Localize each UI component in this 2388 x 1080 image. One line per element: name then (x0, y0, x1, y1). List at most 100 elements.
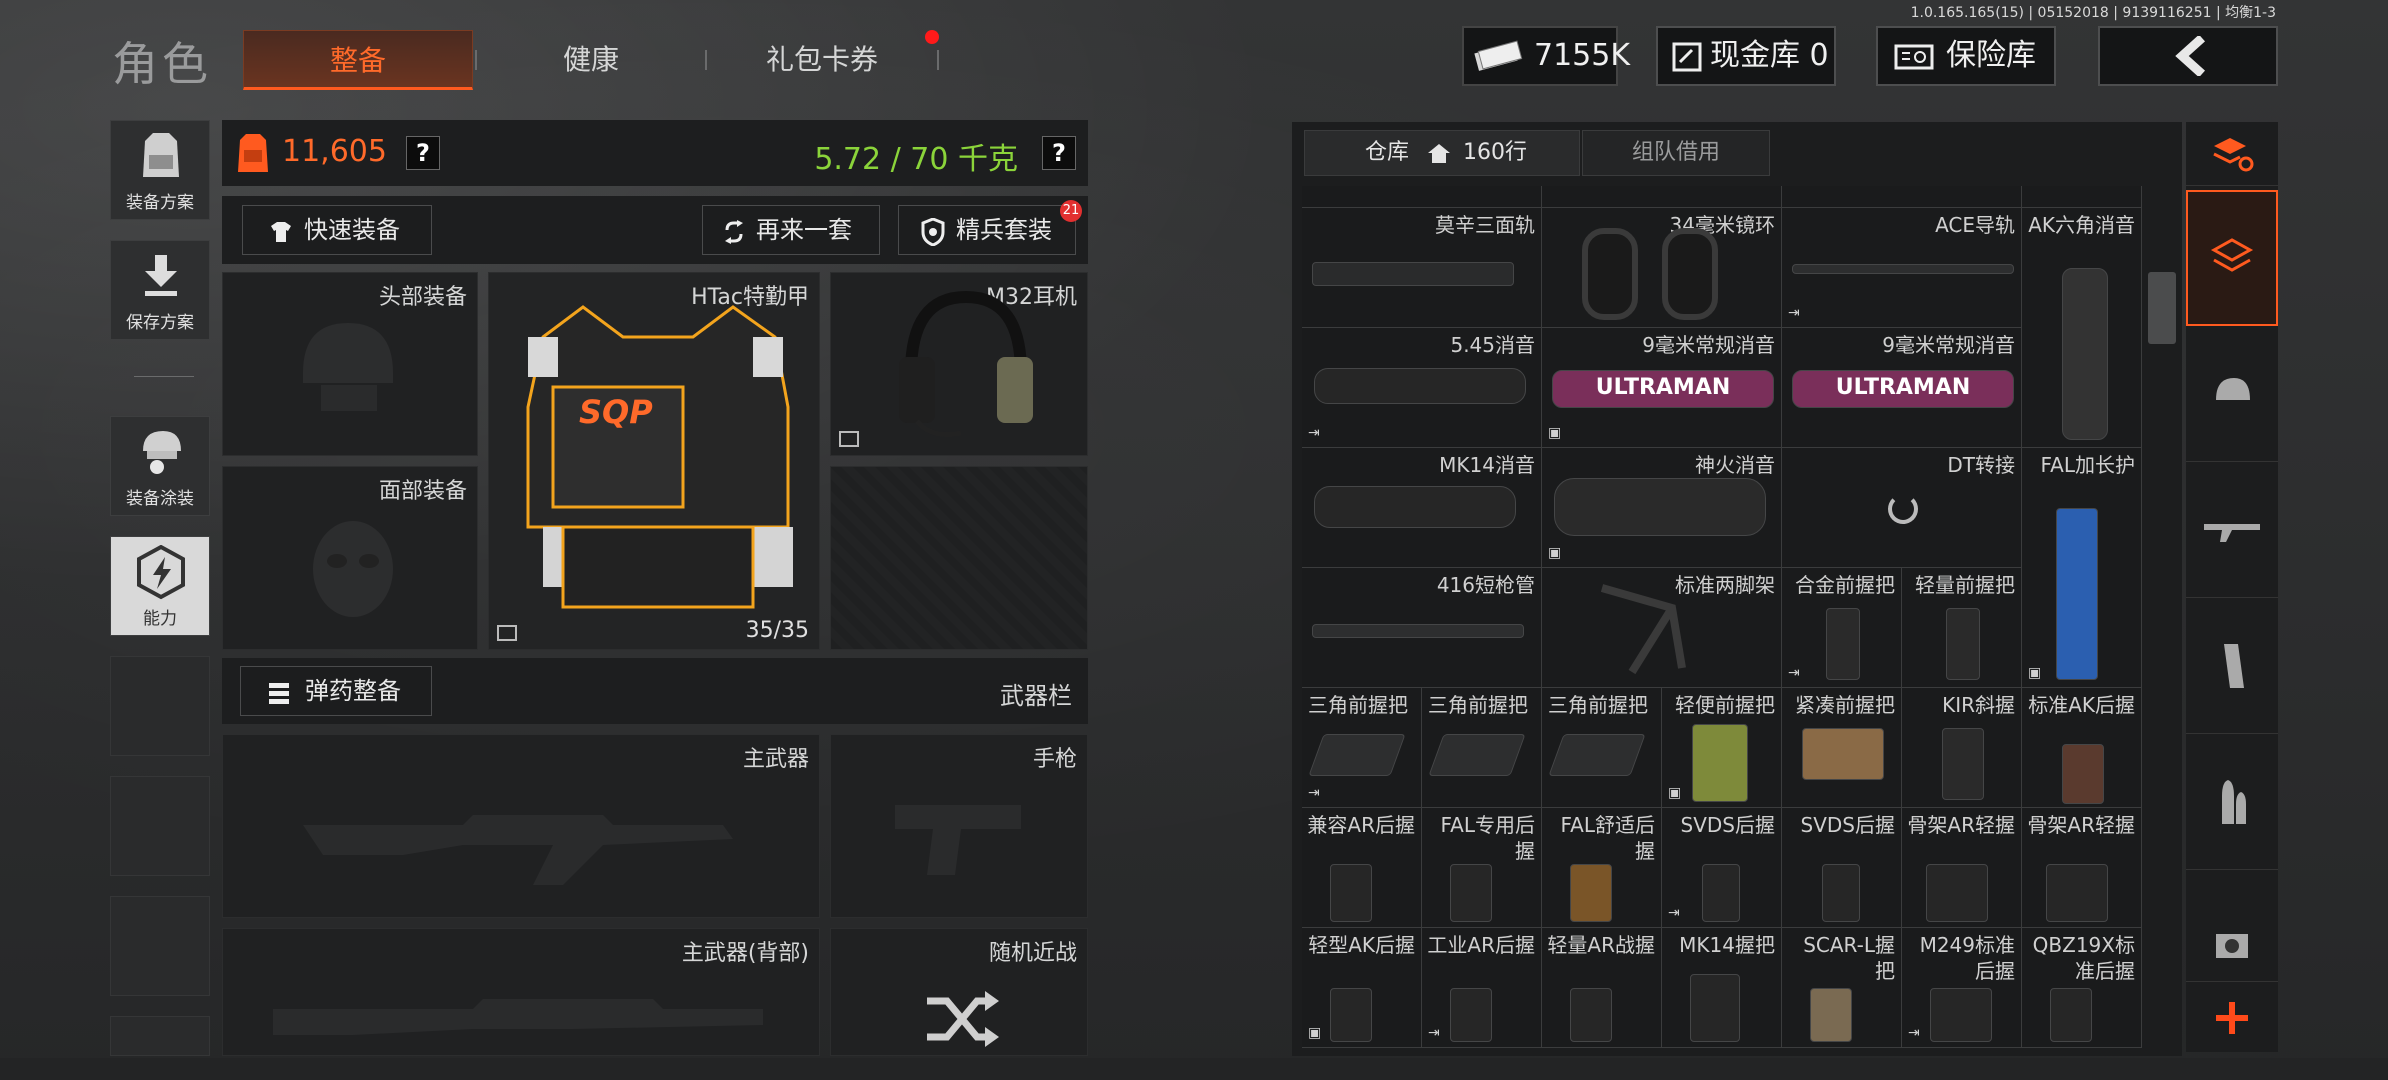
melee-label: 随机近战 (988, 941, 1077, 966)
layers-refresh-icon (2213, 138, 2254, 172)
item-cell[interactable]: DT转接 (1782, 448, 2022, 568)
home-icon (1428, 144, 1451, 163)
sight-icon (2216, 934, 2248, 958)
chevron-left-icon (2175, 36, 2206, 76)
item-cell[interactable]: 9毫米常规消音 ULTRAMAN ▣ (1542, 328, 1782, 448)
item-cell[interactable]: 骨架AR轻握 (1902, 808, 2022, 928)
primary-weapon-slot[interactable]: 主武器 (222, 734, 820, 918)
item-cell[interactable]: M249标准后握 ⇥ (1902, 928, 2022, 1048)
add-category-button[interactable] (2186, 984, 2278, 1052)
bottom-bar (0, 1058, 2388, 1080)
armor-durability: 35/35 (745, 618, 809, 643)
item-cell[interactable]: 轻量AR战握 (1542, 928, 1662, 1048)
sidebar-item-ability[interactable]: 能力 (110, 536, 210, 636)
redo-button[interactable]: 再来一套 (702, 205, 880, 255)
category-sort-button[interactable] (2186, 122, 2278, 186)
box-icon (839, 431, 859, 447)
sidebar-item-paint[interactable]: 装备涂装 (110, 416, 210, 516)
item-cell[interactable]: FAL加长护 ▣ (2022, 448, 2142, 688)
category-helmet[interactable] (2186, 328, 2278, 462)
team-borrow-tab[interactable]: 组队借用 (1582, 130, 1770, 176)
item-cell[interactable]: 神火消音 ▣ (1542, 448, 1782, 568)
item-cell[interactable]: 兼容AR后握 (1302, 808, 1422, 928)
item-name: FAL舒适后握 (1560, 813, 1656, 863)
quick-equip-button[interactable]: 快速装备 (242, 205, 432, 255)
item-cell[interactable]: 34毫米镜环 (1542, 208, 1782, 328)
head-slot-label: 头部装备 (378, 285, 467, 310)
earpiece-slot[interactable]: M32耳机 (830, 272, 1088, 456)
item-cell[interactable]: FAL舒适后握 (1542, 808, 1662, 928)
category-ammo[interactable] (2186, 736, 2278, 870)
item-name: QBZ19X标准后握 (2032, 933, 2135, 983)
tab-gift-coupons[interactable]: 礼包卡券 (707, 30, 937, 90)
item-cell[interactable]: 416短枪管 (1302, 568, 1542, 688)
category-magazine[interactable] (2186, 600, 2278, 734)
ammo-equip-button[interactable]: 弹药整备 (240, 666, 432, 716)
category-attachment[interactable] (2186, 872, 2278, 982)
item-cell[interactable]: 轻便前握把 ▣ (1662, 688, 1782, 808)
weight-help-button[interactable]: ? (1042, 136, 1076, 170)
item-cell[interactable]: 5.45消音 ⇥ (1302, 328, 1542, 448)
item-name: 轻便前握把 (1675, 693, 1775, 717)
item-name: 莫辛三面轨 (1435, 213, 1535, 237)
insurance-vault-button[interactable]: 保险库 (1876, 26, 2056, 86)
armor-help-button[interactable]: ? (406, 136, 440, 170)
item-cell[interactable]: AK六角消音 (2022, 208, 2142, 448)
vault-icon (1672, 42, 1702, 72)
item-cell[interactable]: 合金前握把 ⇥ (1782, 568, 1902, 688)
weapon-bar-label: 武器栏 (1000, 682, 1072, 710)
item-name: SVDS后握 (1800, 813, 1895, 837)
elite-set-button[interactable]: 精兵套装 (898, 205, 1076, 255)
item-cell[interactable]: 工业AR后握 ⇥ (1422, 928, 1542, 1048)
category-all[interactable] (2186, 190, 2278, 326)
shuffle-icon (927, 991, 999, 1047)
item-cell[interactable]: 标准AK后握 (2022, 688, 2142, 808)
category-weapon[interactable] (2186, 464, 2278, 598)
item-cell[interactable]: FAL专用后握 (1422, 808, 1542, 928)
version-text: 1.0.165.165(15) | 05152018 | 9139116251 … (1910, 5, 2276, 21)
item-cell[interactable]: SCAR-L握把 (1782, 928, 1902, 1048)
item-cell[interactable]: SVDS后握 (1782, 808, 1902, 928)
warehouse-scrollbar[interactable] (2148, 272, 2176, 344)
item-cell[interactable]: 三角前握把 ⇥ (1302, 688, 1422, 808)
item-name: 骨架AR轻握 (2027, 813, 2135, 837)
item-cell[interactable]: 紧凑前握把 (1782, 688, 1902, 808)
item-cell[interactable]: 轻型AK后握 ▣ (1302, 928, 1422, 1048)
item-cell[interactable]: 轻量前握把 (1902, 568, 2022, 688)
primary-back-slot[interactable]: 主武器(背部) (222, 928, 820, 1056)
item-cell[interactable]: QBZ19X标准后握 (2022, 928, 2142, 1048)
item-cell-partial[interactable] (1542, 186, 1782, 208)
face-slot[interactable]: 面部装备 (222, 466, 478, 650)
cash-vault-button[interactable]: 现金库 0 (1656, 26, 1836, 86)
money-value: 7155K (1534, 38, 1631, 73)
sidebar-item-loadout-plan[interactable]: 装备方案 (110, 120, 210, 220)
item-cell[interactable]: 三角前握把 (1542, 688, 1662, 808)
sidebar-item-save-plan[interactable]: 保存方案 (110, 240, 210, 340)
item-cell[interactable]: 莫辛三面轨 (1302, 208, 1542, 328)
item-cell[interactable]: 9毫米常规消音 ULTRAMAN (1782, 328, 2022, 448)
item-cell-partial[interactable] (1782, 186, 2022, 208)
melee-slot[interactable]: 随机近战 (830, 928, 1088, 1056)
item-cell-partial[interactable] (2022, 186, 2142, 208)
tab-health[interactable]: 健康 (476, 30, 706, 90)
item-cell[interactable]: MK14握把 (1662, 928, 1782, 1048)
item-cell[interactable]: 标准两脚架 (1542, 568, 1782, 688)
item-cell[interactable]: MK14消音 (1302, 448, 1542, 568)
tab-equip[interactable]: 整备 (243, 30, 473, 90)
head-slot[interactable]: 头部装备 (222, 272, 478, 456)
item-cell[interactable]: ACE导轨 ⇥ (1782, 208, 2022, 328)
warehouse-tab[interactable]: 仓库 160行 (1304, 130, 1580, 176)
equip-arrow-icon: ⇥ (1308, 785, 1320, 801)
rail-image (1312, 262, 1514, 286)
item-cell[interactable]: 骨架AR轻握 (2022, 808, 2142, 928)
grip-image (1690, 974, 1740, 1042)
helmet-placeholder-icon (303, 323, 393, 411)
item-cell[interactable]: KIR斜握 (1902, 688, 2022, 808)
pistol-slot[interactable]: 手枪 (830, 734, 1088, 918)
back-button[interactable] (2098, 26, 2278, 86)
item-cell-partial[interactable] (1302, 186, 1542, 208)
item-cell[interactable]: SVDS后握 ⇥ (1662, 808, 1782, 928)
item-cell[interactable]: 三角前握把 (1422, 688, 1542, 808)
armor-slot[interactable]: HTac特勤甲 SQP 35/35 (488, 272, 820, 650)
equip-arrow-icon: ⇥ (1308, 425, 1320, 441)
